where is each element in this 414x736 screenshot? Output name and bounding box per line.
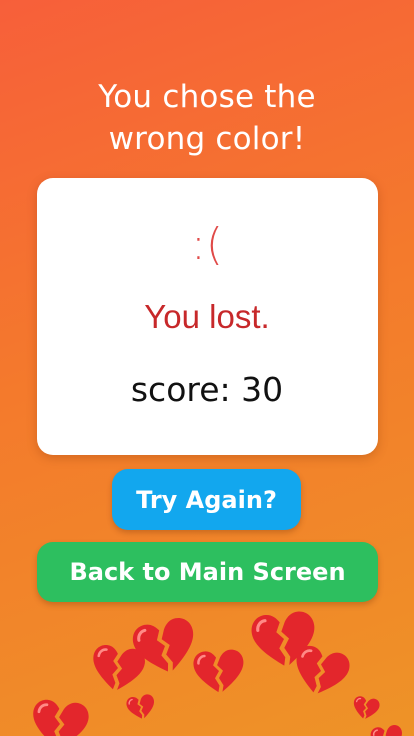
broken-heart-icon xyxy=(350,694,382,722)
broken-heart-icon xyxy=(124,692,158,722)
broken-heart-icon xyxy=(368,723,406,736)
score-display: score: 30 xyxy=(130,370,284,409)
try-again-button[interactable]: Try Again? xyxy=(112,469,301,530)
page-title: You chose the wrong color! xyxy=(0,76,414,160)
sad-face-icon: :( xyxy=(191,219,223,270)
back-to-main-button[interactable]: Back to Main Screen xyxy=(37,542,378,602)
broken-hearts-decoration xyxy=(0,600,414,736)
broken-heart-icon xyxy=(191,647,247,695)
broken-heart-icon xyxy=(87,642,148,695)
headline-line-2: wrong color! xyxy=(108,121,306,157)
broken-heart-icon xyxy=(28,697,92,736)
lose-screen: You chose the wrong color! :( You lost. … xyxy=(0,0,414,736)
headline-line-1: You chose the xyxy=(98,79,316,115)
lost-message: You lost. xyxy=(144,298,270,335)
broken-heart-icon xyxy=(288,641,354,701)
